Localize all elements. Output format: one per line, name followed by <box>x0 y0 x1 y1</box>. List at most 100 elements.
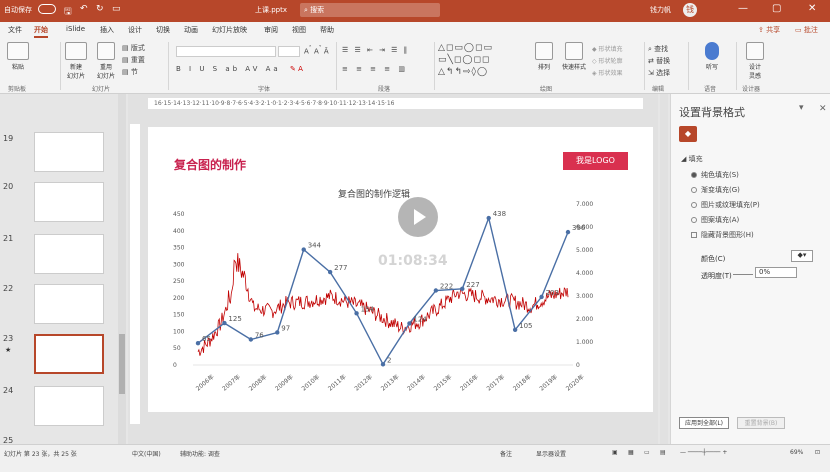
close-icon[interactable]: ✕ <box>819 104 827 114</box>
pane-options-icon[interactable]: ▾ <box>799 103 804 113</box>
tab-home[interactable]: 开始 <box>34 25 48 38</box>
tab-slideshow[interactable]: 幻灯片放映 <box>212 25 247 35</box>
transparency-input[interactable]: 0% <box>755 267 797 278</box>
tab-islide[interactable]: iSlide <box>66 25 85 33</box>
paste-icon <box>7 42 29 60</box>
tab-transitions[interactable]: 切换 <box>156 25 170 35</box>
slide-thumbnail[interactable] <box>34 132 104 172</box>
section-button[interactable]: ▤ 节 <box>122 67 138 77</box>
redo-icon[interactable]: ↻ <box>96 4 104 14</box>
color-picker-button[interactable]: ◆▾ <box>791 250 813 262</box>
shape-fill-button[interactable]: ◆ 形状填充 <box>592 44 623 53</box>
divider <box>434 42 435 90</box>
y-tick-label: 50 <box>173 345 181 352</box>
data-label: 76 <box>255 331 264 339</box>
notes-button[interactable]: 备注 <box>500 449 512 458</box>
font-name-select[interactable] <box>176 46 276 57</box>
dictate-button[interactable]: 听写 <box>700 42 724 71</box>
scroll-thumb[interactable] <box>119 334 125 394</box>
fit-slide-icon[interactable]: ⊡ <box>815 449 820 456</box>
slide-thumbnail[interactable] <box>34 284 104 324</box>
tab-review[interactable]: 审阅 <box>264 25 278 35</box>
font-size-up-icon[interactable]: A˄ A˅ Ā <box>304 46 329 55</box>
tab-help[interactable]: 帮助 <box>320 25 334 35</box>
shape-outline-button[interactable]: ◇ 形状轮廓 <box>592 56 623 65</box>
bullets-icons[interactable]: ☰ ☰ ⇤ ⇥ ☰ ‖ <box>342 46 409 54</box>
fill-section-header[interactable]: ◢ 填充 <box>681 154 703 164</box>
gradient-fill-radio[interactable]: 渐变填充(G) <box>691 185 740 195</box>
tab-view[interactable]: 视图 <box>292 25 306 35</box>
slide-thumbnail[interactable] <box>34 386 104 426</box>
undo-icon[interactable]: ↶ <box>80 4 88 14</box>
present-icon[interactable]: ▭ <box>112 4 121 14</box>
solid-fill-radio[interactable]: 纯色填充(S) <box>691 170 739 180</box>
reuse-slides-button[interactable]: 重用 幻灯片 <box>94 42 118 80</box>
align-icons[interactable]: ≡ ≡ ≡ ≡ ▥ <box>342 65 408 73</box>
fill-header-label: 填充 <box>688 155 703 163</box>
language-indicator[interactable]: 中文(中国) <box>132 449 161 458</box>
slide[interactable]: 复合图的制作 我是LOGO 复合图的制作逻辑 450 400 350 300 250 200… <box>148 127 653 412</box>
autosave-toggle[interactable] <box>38 4 56 14</box>
canvas-scrollbar[interactable] <box>660 94 668 444</box>
zoom-slider[interactable]: — ────┼──── + <box>680 449 727 456</box>
slide-thumbnail[interactable] <box>34 234 104 274</box>
apply-all-button[interactable]: 应用到全部(L) <box>679 417 729 429</box>
thumbnail-scrollbar[interactable] <box>118 94 126 444</box>
radio-on <box>691 172 697 178</box>
option-label: 渐变填充(G) <box>701 186 740 194</box>
transparency-slider[interactable] <box>733 274 753 275</box>
zoom-level[interactable]: 69% <box>790 449 803 456</box>
tab-insert[interactable]: 插入 <box>100 25 114 35</box>
layout-button[interactable]: ▤ 版式 <box>122 43 145 53</box>
replace-button[interactable]: ⇄ 替换 <box>648 56 670 66</box>
reading-view-icon[interactable]: ▭ <box>644 449 650 456</box>
shape-effects-button[interactable]: ◈ 形状效果 <box>592 68 623 77</box>
tab-file[interactable]: 文件 <box>8 25 22 35</box>
minimize-icon[interactable]: — <box>738 3 748 14</box>
x-tick-label: 2014年 <box>406 373 427 393</box>
font-format-icons[interactable]: B I U S ab AV Aa <box>176 65 281 73</box>
font-color-icon[interactable]: ✎ A <box>290 65 303 73</box>
quick-styles-button[interactable]: 快速样式 <box>560 42 588 71</box>
slides-group-label: 幻灯片 <box>92 86 111 93</box>
video-timestamp: 01:08:34 <box>378 253 448 269</box>
save-icon[interactable]: 🖫 <box>64 4 72 20</box>
normal-view-icon[interactable]: ▣ <box>612 449 618 456</box>
paste-button[interactable]: 粘贴 <box>4 42 32 71</box>
arrange-button[interactable]: 排列 <box>532 42 556 71</box>
search-box[interactable]: ⌕ 搜索 <box>300 3 440 17</box>
tab-design[interactable]: 设计 <box>128 25 142 35</box>
reset-button[interactable]: ▤ 重置 <box>122 55 145 65</box>
restore-icon[interactable]: ▢ <box>772 3 781 14</box>
sorter-view-icon[interactable]: ▦ <box>628 449 634 456</box>
shape-outline-label: 形状轮廓 <box>598 58 623 65</box>
find-button[interactable]: ⌕ 查找 <box>648 44 668 54</box>
avatar[interactable]: 钱 <box>683 3 697 17</box>
tab-animations[interactable]: 动画 <box>184 25 198 35</box>
data-label: 438 <box>493 210 506 218</box>
pattern-fill-radio[interactable]: 图案填充(A) <box>691 215 739 225</box>
microphone-icon <box>705 42 719 60</box>
accessibility-indicator[interactable]: 辅助功能: 调查 <box>180 449 220 458</box>
close-icon[interactable]: ✕ <box>808 3 816 14</box>
select-button[interactable]: ⇲ 选择 <box>648 68 670 78</box>
slide-thumbnail[interactable] <box>34 182 104 222</box>
fill-bucket-icon[interactable]: ◆ <box>679 126 697 142</box>
display-settings-button[interactable]: 显示器设置 <box>536 449 566 458</box>
reset-background-button[interactable]: 重置背景(B) <box>737 417 785 429</box>
picture-fill-radio[interactable]: 图片或纹理填充(P) <box>691 200 760 210</box>
data-label: 2 <box>387 356 391 364</box>
hide-background-checkbox[interactable]: 隐藏背景图形(H) <box>691 230 754 240</box>
x-tick-label: 2007年 <box>221 373 242 393</box>
font-size-select[interactable] <box>278 46 300 57</box>
comment-button[interactable]: ▭ 批注 <box>795 25 818 35</box>
shapes-gallery[interactable]: △◻▭◯◻▭ ▭╲◻◯◻◻ △↰↰⇨◊◯ <box>438 42 530 78</box>
slide-thumbnail-selected[interactable] <box>34 334 104 374</box>
designer-button[interactable]: 设计 灵感 <box>740 42 770 80</box>
slide-number: 20 <box>3 182 14 191</box>
play-button[interactable] <box>398 197 438 237</box>
slideshow-icon[interactable]: ▤ <box>660 449 666 456</box>
new-slide-button[interactable]: 新建 幻灯片 <box>62 42 90 80</box>
chart[interactable]: 复合图的制作逻辑 450 400 350 300 250 200 150 100 50 0 7.000… <box>148 127 653 412</box>
share-button[interactable]: ⇪ 共享 <box>758 25 780 35</box>
